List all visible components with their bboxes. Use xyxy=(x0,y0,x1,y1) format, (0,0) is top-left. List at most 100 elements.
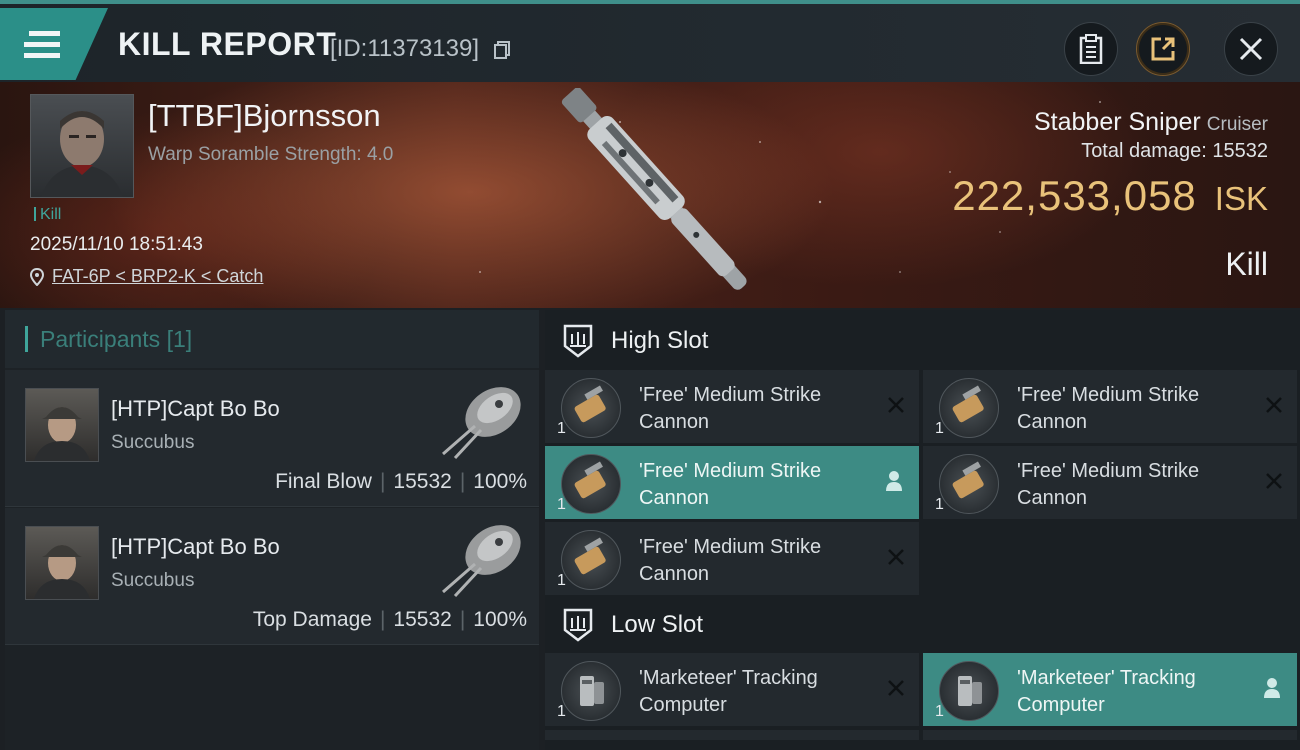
participants-count: [1] xyxy=(166,325,193,352)
cannon-module-icon xyxy=(561,454,621,514)
copy-icon[interactable] xyxy=(494,41,510,59)
destroyed-icon xyxy=(1266,397,1282,413)
participant-percent: 100% xyxy=(473,470,527,493)
pilot-icon xyxy=(1264,678,1280,698)
isk-unit: ISK xyxy=(1214,180,1268,217)
participant-card[interactable]: [HTP]Capt Bo Bo Succubus Final Blow | 1553… xyxy=(5,370,539,507)
pilot-icon xyxy=(886,471,902,491)
module-name: 'Free' Medium Strike Cannon xyxy=(639,460,822,509)
participant-ship-image xyxy=(442,387,521,460)
module-item[interactable]: 1 'Marketeer' Tracking Computer xyxy=(923,653,1297,726)
isk-amount: 222,533,058 xyxy=(952,172,1197,219)
tracking-computer-icon xyxy=(939,661,999,721)
clipboard-button[interactable] xyxy=(1064,22,1118,76)
module-quantity: 1 xyxy=(935,703,944,720)
module-quantity: 1 xyxy=(557,703,566,720)
pilot-portrait-icon xyxy=(34,407,90,461)
warp-scramble-strength: Warp Soramble Strength: 4.0 xyxy=(148,144,394,165)
close-button[interactable] xyxy=(1224,22,1278,76)
participants-panel: Participants [1] [HTP]Capt Bo Bo Succubu… xyxy=(5,310,539,750)
module-item[interactable]: 1 'Free' Medium Strike Cannon xyxy=(545,446,919,519)
module-item[interactable]: 1 'Free' Medium Strike Cannon xyxy=(545,522,919,595)
participant-card[interactable]: [HTP]Capt Bo Bo Succubus Top Damage | 1553… xyxy=(5,508,539,645)
participants-title: Participants xyxy=(40,325,161,352)
avatar[interactable] xyxy=(25,388,99,462)
low-slot-icon xyxy=(563,608,593,642)
ship-type: Stabber Sniper xyxy=(1033,108,1201,136)
module-quantity: 1 xyxy=(935,420,944,437)
module-name: 'Free' Medium Strike Cannon xyxy=(639,384,822,433)
victim-banner: [TTBF]Bjornsson Warp Soramble Strength: … xyxy=(0,82,1300,308)
module-name: 'Free' Medium Strike Cannon xyxy=(1017,460,1200,509)
location-pin-icon xyxy=(30,267,44,286)
victim-ship-image xyxy=(561,88,747,290)
export-icon xyxy=(1151,37,1175,61)
victim-portrait[interactable] xyxy=(30,94,134,198)
page-title: KILL REPORT xyxy=(118,26,337,62)
cannon-module-icon xyxy=(939,454,999,514)
participant-damage: 15532 xyxy=(393,608,452,631)
module-item[interactable]: 1 'Free' Medium Strike Cannon xyxy=(545,370,919,443)
module-item-partial[interactable] xyxy=(545,730,919,740)
avatar[interactable] xyxy=(25,526,99,600)
module-name: 'Free' Medium Strike Cannon xyxy=(1017,384,1200,433)
destroyed-icon xyxy=(888,397,904,413)
module-item-partial[interactable] xyxy=(923,730,1297,740)
pilot-portrait-icon xyxy=(41,111,123,197)
participant-role: Final Blow xyxy=(275,470,372,493)
participant-ship: Succubus xyxy=(111,432,195,453)
tracking-computer-icon xyxy=(561,661,621,721)
module-quantity: 1 xyxy=(557,420,566,437)
destroyed-icon xyxy=(888,549,904,565)
module-name: 'Free' Medium Strike Cannon xyxy=(639,536,822,585)
module-item[interactable]: 1 'Free' Medium Strike Cannon xyxy=(923,370,1297,443)
isk-value: 222,533,058 ISK xyxy=(952,172,1268,220)
header-accent-bar xyxy=(25,326,28,352)
participant-stats: Top Damage | 15532 | 100% xyxy=(252,608,527,631)
menu-button[interactable] xyxy=(0,8,108,80)
cannon-module-icon xyxy=(939,378,999,438)
cannon-module-icon xyxy=(561,378,621,438)
participant-ship: Succubus xyxy=(111,570,195,591)
high-slot-header: High Slot xyxy=(545,310,1300,372)
participant-damage: 15532 xyxy=(393,470,452,493)
participant-name[interactable]: [HTP]Capt Bo Bo xyxy=(111,534,280,560)
victim-name[interactable]: [TTBF]Bjornsson xyxy=(148,98,381,134)
destroyed-icon xyxy=(1266,473,1282,489)
participant-role: Top Damage xyxy=(252,608,372,631)
module-name: 'Marketeer' Tracking Computer xyxy=(1017,667,1196,716)
kill-tag: Kill xyxy=(34,206,61,224)
export-button[interactable] xyxy=(1136,22,1190,76)
kill-result: Kill xyxy=(1225,246,1268,282)
cannon-module-icon xyxy=(561,530,621,590)
module-item[interactable]: 1 'Free' Medium Strike Cannon xyxy=(923,446,1297,519)
kill-location[interactable]: FAT-6P < BRP2-K < Catch xyxy=(30,266,263,287)
high-slot-icon xyxy=(563,324,593,358)
ship-class: Cruiser xyxy=(1206,114,1268,135)
participant-percent: 100% xyxy=(473,608,527,631)
low-slot-header: Low Slot xyxy=(545,594,1300,656)
participants-header: Participants [1] xyxy=(5,310,539,368)
module-item[interactable]: 1 'Marketeer' Tracking Computer xyxy=(545,653,919,726)
module-quantity: 1 xyxy=(557,572,566,589)
low-slot-title: Low Slot xyxy=(611,611,704,638)
pilot-portrait-icon xyxy=(34,545,90,599)
report-id: [ID:11373139] xyxy=(330,35,480,62)
module-quantity: 1 xyxy=(557,496,566,513)
location-text[interactable]: FAT-6P < BRP2-K < Catch xyxy=(52,266,263,287)
clipboard-icon xyxy=(1079,34,1103,64)
close-icon xyxy=(1239,37,1263,61)
module-quantity: 1 xyxy=(935,496,944,513)
hamburger-icon xyxy=(24,31,60,58)
total-damage: Total damage: 15532 xyxy=(1081,140,1268,162)
participant-stats: Final Blow | 15532 | 100% xyxy=(275,470,527,493)
destroyed-icon xyxy=(888,680,904,696)
module-name: 'Marketeer' Tracking Computer xyxy=(639,667,818,716)
participant-ship-image xyxy=(442,525,521,598)
fitting-slots-panel: High Slot 1 'Free' Medium Strike Cannon … xyxy=(545,310,1300,750)
victim-ship-name[interactable]: Stabber Sniper Cruiser xyxy=(1034,108,1268,137)
participant-name[interactable]: [HTP]Capt Bo Bo xyxy=(111,396,280,422)
top-bar: KILL REPORT [ID:11373139] xyxy=(0,0,1300,82)
kill-datetime: 2025/11/10 18:51:43 xyxy=(30,234,203,255)
high-slot-title: High Slot xyxy=(611,327,709,354)
